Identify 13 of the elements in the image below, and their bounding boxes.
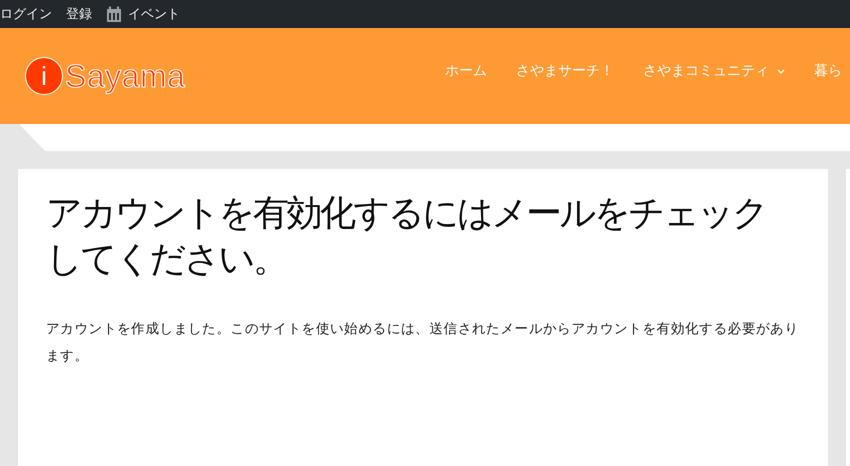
corner-shape xyxy=(0,124,45,151)
top-bar-link[interactable]: イベント xyxy=(106,5,180,23)
calendar-icon xyxy=(106,6,122,22)
nav-link[interactable]: 暮ら xyxy=(814,62,842,80)
caret-icon xyxy=(777,68,785,74)
page-title: アカウントを有効化するにはメールをチェックしてください。 xyxy=(46,192,768,282)
nav-link[interactable]: さやまサーチ！ xyxy=(516,62,614,80)
nav-link[interactable]: さやまコミュニティ xyxy=(643,62,785,80)
top-bar-link[interactable]: ログイン xyxy=(0,5,52,23)
body-text: アカウントを作成しました。このサイトを使い始めるには、送信されたメールからアカウントを有効化する必要があります。 xyxy=(46,320,800,366)
nav-link[interactable]: ホーム xyxy=(445,62,487,80)
logo[interactable]: i Sayama xyxy=(25,57,255,95)
top-bar-link[interactable]: 登録 xyxy=(66,5,92,23)
